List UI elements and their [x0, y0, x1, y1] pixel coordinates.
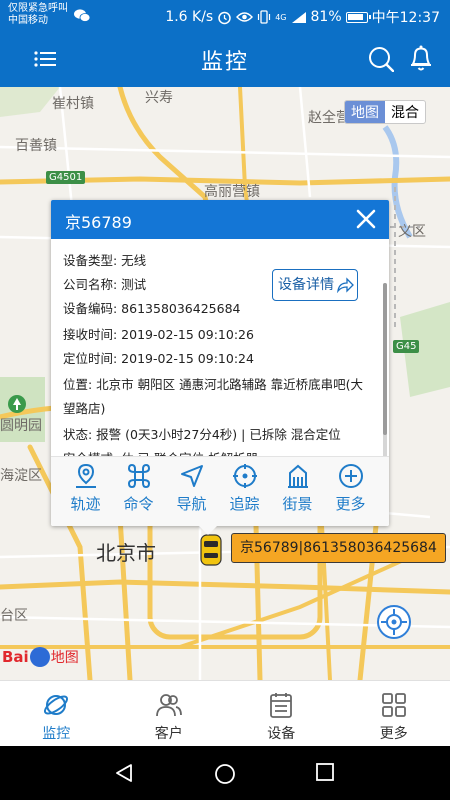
action-trace[interactable]: 追踪: [218, 457, 271, 526]
action-track-label: 轨迹: [70, 495, 101, 513]
system-nav-bar: [0, 746, 450, 800]
map-type-toggle: 地图 混合: [344, 100, 426, 124]
info-status: 状态: 报警 (0天3小时27分4秒) | 已拆除 混合定位: [63, 427, 341, 442]
map-label-taiqu: 台区: [0, 608, 28, 624]
action-command[interactable]: 命令: [112, 457, 165, 526]
clipboard-icon: [270, 693, 293, 718]
monitor-planet-icon: [44, 695, 69, 715]
park-icon: [8, 395, 26, 413]
action-navigate-label: 导航: [176, 495, 207, 513]
map-label-baishan: 百善镇: [15, 138, 57, 154]
back-icon[interactable]: [114, 763, 134, 783]
car-marker-icon[interactable]: [199, 533, 223, 567]
grid-icon: [381, 693, 406, 717]
map-type-hybrid[interactable]: 混合: [385, 101, 425, 123]
search-icon[interactable]: [368, 46, 394, 72]
map-label-yiqu: 义区: [398, 224, 426, 240]
home-icon[interactable]: [214, 763, 236, 785]
map-label-xingshou: 兴寿: [145, 90, 173, 106]
bell-icon[interactable]: [408, 44, 434, 72]
device-info-popup: 京56789 设备类型: 无线 公司名称: 测试 设备编码: 861358036…: [51, 200, 389, 526]
popup-header: 京56789: [51, 200, 389, 239]
plus-circle-icon: [338, 464, 363, 488]
info-company: 公司名称: 测试: [63, 277, 147, 292]
map-type-standard[interactable]: 地图: [345, 101, 385, 123]
road-badge-g4501: G4501: [46, 171, 86, 184]
map-label-yuanmingyuan: 圆明园: [0, 418, 42, 434]
action-more-label: 更多: [335, 495, 366, 513]
map-label-cuncun: 崔村镇: [52, 96, 94, 112]
action-trace-label: 追踪: [229, 495, 260, 513]
network-type: 4G: [275, 12, 287, 22]
clock-text: 中午12:37: [371, 10, 440, 26]
nav-label-monitor: 监控: [42, 726, 71, 742]
device-detail-button[interactable]: 设备详情: [272, 269, 358, 301]
action-command-label: 命令: [123, 495, 154, 513]
road-badge-g45: G45: [393, 340, 420, 353]
locate-icon: [381, 609, 407, 635]
map-view[interactable]: 崔村镇 兴寿 百善镇 赵全营 高丽营镇 义区 圆明园 海淀区 北京市 台区 G4…: [0, 87, 450, 680]
wechat-icon: [74, 9, 90, 22]
battery-text: 81%: [310, 9, 342, 25]
popup-body[interactable]: 设备类型: 无线 公司名称: 测试 设备编码: 861358036425684 …: [51, 239, 389, 456]
nav-label-customers: 客户: [154, 726, 183, 742]
status-indicators: 1.6 K/s 4G 81% 中午12:37: [165, 7, 440, 27]
app-header: 监控: [0, 32, 450, 87]
map-label-haidian: 海淀区: [0, 468, 42, 484]
track-icon: [75, 463, 96, 488]
nav-item-customers[interactable]: 客户: [113, 681, 226, 746]
nav-label-more: 更多: [379, 726, 408, 742]
info-device-code: 设备编码: 861358036425684: [63, 301, 241, 316]
users-icon: [155, 694, 182, 717]
recents-icon[interactable]: [316, 763, 334, 781]
baidu-map-logo: Bai 地图: [2, 647, 79, 667]
nav-label-devices: 设备: [267, 726, 296, 742]
signal-icon: [291, 11, 306, 23]
carrier-info: 仅限紧急呼叫 中国移动: [8, 3, 68, 27]
baidu-paw-icon: [29, 647, 50, 667]
emergency-text: 仅限紧急呼叫: [8, 3, 68, 14]
crosshair-icon: [232, 464, 257, 488]
vehicle-label[interactable]: 京56789|861358036425684: [231, 533, 446, 563]
nav-item-devices[interactable]: 设备: [225, 681, 338, 746]
battery-icon: [345, 11, 371, 23]
action-streetview[interactable]: 街景: [271, 457, 324, 526]
popup-actions: 轨迹 命令 导航 追踪 街景 更多: [51, 456, 389, 526]
command-icon: [127, 463, 150, 489]
action-streetview-label: 街景: [282, 495, 313, 513]
device-detail-label: 设备详情: [278, 277, 334, 293]
action-navigate[interactable]: 导航: [165, 457, 218, 526]
info-receive-time: 接收时间: 2019-02-15 09:10:26: [63, 327, 254, 342]
share-arrow-icon: [337, 277, 354, 293]
alarm-icon: [218, 11, 231, 24]
nav-item-more[interactable]: 更多: [338, 681, 450, 746]
action-track[interactable]: 轨迹: [59, 457, 112, 526]
carrier-text: 中国移动: [8, 15, 48, 26]
building-icon: [287, 464, 308, 488]
popup-title: 京56789: [65, 213, 132, 232]
network-speed: 1.6 K/s: [165, 9, 214, 25]
vibrate-icon: [258, 10, 271, 24]
map-label-gaoliying: 高丽营镇: [204, 184, 260, 200]
locate-button[interactable]: [377, 605, 411, 639]
info-device-type: 设备类型: 无线: [63, 253, 147, 268]
info-locate-time: 定位时间: 2019-02-15 09:10:24: [63, 351, 254, 366]
popup-scrollbar[interactable]: [383, 283, 387, 456]
navigation-icon: [180, 465, 203, 487]
action-more[interactable]: 更多: [324, 457, 377, 526]
popup-pointer: [198, 525, 218, 535]
info-extra: 安全模式: 休 已 联合定位 析解析器: [63, 447, 258, 456]
baidu-logo-suffix: 地图: [50, 650, 79, 666]
eye-icon: [236, 12, 254, 22]
baidu-logo-text: Bai: [2, 648, 29, 666]
info-location: 位置: 北京市 朝阳区 通惠河北路辅路 靠近桥底串吧(大望路店): [63, 377, 363, 416]
map-label-beijing: 北京市: [96, 541, 156, 565]
nav-item-monitor[interactable]: 监控: [0, 681, 113, 746]
status-bar: 仅限紧急呼叫 中国移动 1.6 K/s 4G 81% 中午12:37: [0, 0, 450, 32]
close-icon[interactable]: [355, 208, 377, 230]
bottom-nav: 监控 客户 设备 更多: [0, 680, 450, 746]
